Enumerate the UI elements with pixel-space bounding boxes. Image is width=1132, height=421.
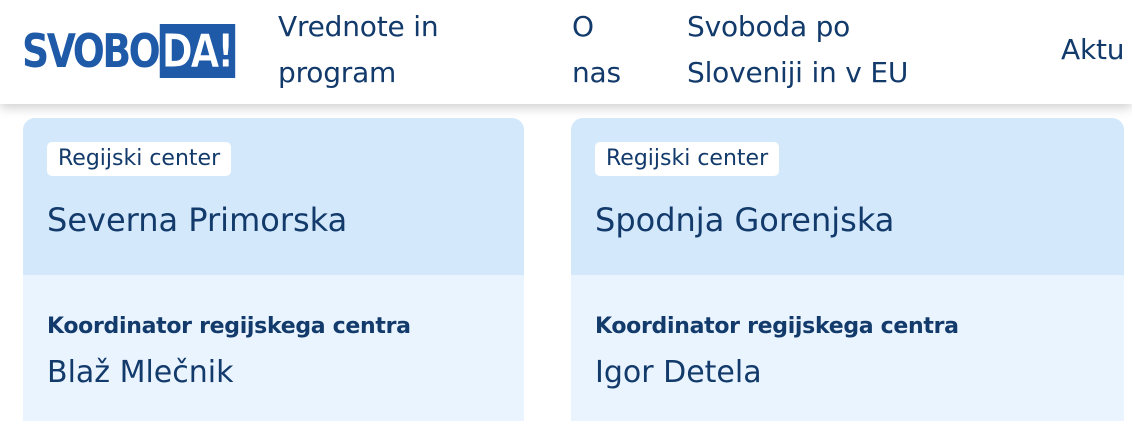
nav-label-line1: Svoboda po	[687, 10, 851, 43]
nav-label-line2: program	[278, 56, 397, 89]
coordinator-label: Koordinator regijskega centra	[595, 314, 959, 339]
logo-text-part1: SVOBO	[22, 24, 161, 78]
region-card-spodnja-gorenjska[interactable]: Regijski center Spodnja Gorenjska Koordi…	[571, 118, 1124, 421]
coordinator-label: Koordinator regijskega centra	[47, 314, 411, 339]
coordinator-name: Blaž Mlečnik	[47, 355, 234, 390]
nav-label-line1: Aktu	[1061, 33, 1125, 66]
svoboda-logo[interactable]: SVOBO DA!	[22, 24, 236, 79]
site-header: SVOBO DA! Vrednote in program O nas Svob…	[0, 0, 1132, 104]
nav-label-line1: O	[572, 10, 594, 43]
region-title: Severna Primorska	[47, 201, 348, 239]
region-type-tag: Regijski center	[595, 142, 780, 176]
nav-label-line2: nas	[572, 56, 621, 89]
nav-o-nas[interactable]: O nas	[572, 4, 621, 96]
region-title: Spodnja Gorenjska	[595, 201, 895, 239]
logo-text-part2: DA!	[159, 24, 236, 79]
coordinator-name: Igor Detela	[595, 355, 762, 390]
nav-label-line1: Vrednote in	[278, 10, 439, 43]
nav-svoboda-po-sloveniji[interactable]: Svoboda po Sloveniji in v EU	[687, 4, 908, 96]
region-card-severna-primorska[interactable]: Regijski center Severna Primorska Koordi…	[23, 118, 524, 421]
nav-label-line2: Sloveniji in v EU	[687, 56, 909, 89]
region-type-tag: Regijski center	[47, 142, 232, 176]
nav-aktualno[interactable]: Aktu	[1061, 27, 1124, 73]
nav-vrednote-in-program[interactable]: Vrednote in program	[278, 4, 439, 96]
